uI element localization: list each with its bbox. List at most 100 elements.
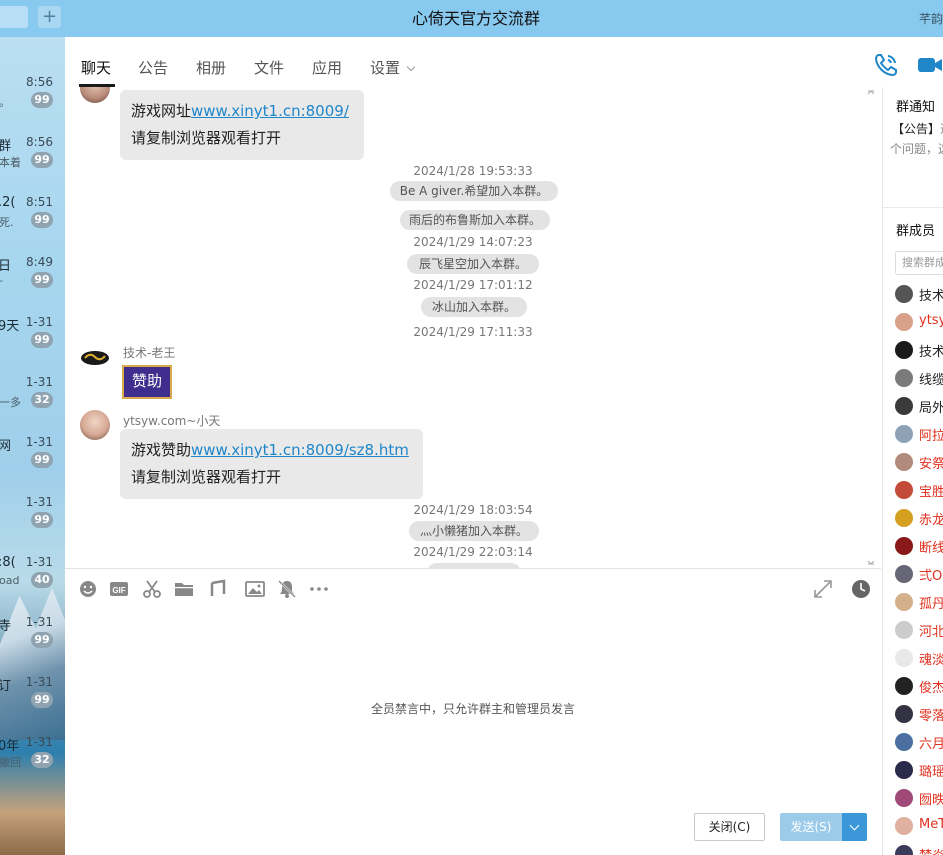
- conversation-preview: 本着: [0, 156, 21, 169]
- group-notice-tag: 【公告】: [892, 122, 941, 136]
- member-item[interactable]: 局外: [895, 395, 943, 416]
- scroll-up-icon[interactable]: [867, 89, 875, 95]
- add-icon[interactable]: +: [38, 6, 61, 28]
- conversation-item[interactable]: 1-31 99: [0, 495, 65, 555]
- unread-badge: 32: [31, 752, 53, 768]
- conversation-preview: -: [0, 274, 3, 287]
- tab-album[interactable]: 相册: [196, 57, 226, 78]
- avatar: [895, 341, 913, 359]
- folder-icon[interactable]: [174, 579, 194, 599]
- message-text: 游戏赞助: [131, 441, 192, 459]
- music-icon[interactable]: [208, 579, 228, 599]
- member-item[interactable]: 梦炎: [895, 843, 943, 855]
- member-item[interactable]: 零落: [895, 703, 943, 724]
- member-name: 弍O: [919, 569, 943, 584]
- member-item[interactable]: 阿拉: [895, 423, 943, 444]
- tab-bar: 聊天 公告 相册 文件 应用 设置: [65, 37, 943, 87]
- conversation-item[interactable]: :8(1-31 oad 40: [0, 555, 65, 615]
- send-options-dropdown[interactable]: [842, 813, 867, 841]
- avatar[interactable]: [80, 87, 110, 103]
- member-name: 赤龙: [919, 513, 943, 528]
- unread-badge: 99: [31, 692, 53, 708]
- mute-bell-icon[interactable]: [277, 579, 297, 599]
- group-notice-excerpt: 个问题，: [890, 142, 939, 156]
- tab-notice[interactable]: 公告: [138, 57, 168, 78]
- message-input-area[interactable]: 全员禁言中，只允许群主和管理员发言 关闭(C) 发送(S): [65, 609, 881, 855]
- conversation-item[interactable]: 0年 1-31 撤回 32: [0, 735, 65, 795]
- tab-chat[interactable]: 聊天: [81, 57, 111, 78]
- avatar: [895, 565, 913, 583]
- message-link[interactable]: www.xinyt1.cn:8009/sz8.htm: [191, 441, 409, 459]
- member-item[interactable]: 弍O: [895, 563, 943, 584]
- member-item[interactable]: 宝胜: [895, 479, 943, 500]
- emoji-icon[interactable]: [78, 579, 98, 599]
- member-item[interactable]: 囫昳: [895, 787, 943, 808]
- avatar[interactable]: [80, 343, 110, 373]
- scroll-down-icon[interactable]: [867, 560, 875, 566]
- avatar: [895, 733, 913, 751]
- timestamp: 2024/1/28 19:53:33: [413, 164, 533, 178]
- conversation-item[interactable]: 订 1-31 99: [0, 675, 65, 735]
- conversation-name: .2(: [0, 195, 16, 210]
- sponsor-button[interactable]: 赞助: [122, 365, 172, 399]
- system-message: 灬小懒猪加入本群。: [409, 521, 539, 541]
- send-button[interactable]: 发送(S): [780, 813, 842, 841]
- chat-message-area[interactable]: 游戏网址www.xinyt1.cn:8009/ 请复制浏览器观看打开 2024/…: [65, 87, 881, 568]
- avatar: [895, 649, 913, 667]
- avatar: [895, 537, 913, 555]
- conversation-name: 网: [0, 439, 12, 454]
- member-item[interactable]: 断线: [895, 535, 943, 556]
- more-icon[interactable]: [309, 579, 329, 599]
- member-item[interactable]: 河北: [895, 619, 943, 640]
- member-item[interactable]: 孤丹: [895, 591, 943, 612]
- conversation-time: 8:56: [26, 75, 53, 89]
- member-name: ytsy: [919, 313, 943, 328]
- member-item[interactable]: MeT: [895, 815, 943, 835]
- member-item[interactable]: 安祭: [895, 451, 943, 472]
- conversation-time: 1-31: [25, 315, 53, 329]
- conversation-item[interactable]: 寺 1-31 99: [0, 615, 65, 675]
- screenshot-scissors-icon[interactable]: [142, 579, 162, 599]
- conversation-item[interactable]: 9天 1-31 99: [0, 315, 65, 375]
- video-call-icon[interactable]: [917, 52, 943, 78]
- gif-icon[interactable]: GIF: [109, 579, 129, 599]
- conversation-item[interactable]: .2(8:51 死. 99: [0, 195, 65, 255]
- phone-icon[interactable]: [873, 52, 899, 78]
- member-item[interactable]: 技术: [895, 283, 943, 304]
- conversation-item[interactable]: 1-31 一多 32: [0, 375, 65, 435]
- group-notice-text[interactable]: 【公告】这: [892, 120, 943, 137]
- member-item[interactable]: 线缆: [895, 367, 943, 388]
- close-button[interactable]: 关闭(C): [694, 813, 765, 841]
- member-search-input[interactable]: 搜索群成员: [895, 251, 943, 275]
- timestamp: 2024/1/29 14:07:23: [413, 235, 533, 249]
- system-message: 雨后的布鲁斯加入本群。: [400, 210, 550, 230]
- tab-files[interactable]: 文件: [254, 57, 284, 78]
- sidebar-search-box[interactable]: [0, 6, 28, 28]
- message-link[interactable]: www.xinyt1.cn:8009/: [191, 102, 349, 120]
- conversation-time: 8:51: [26, 195, 53, 209]
- expand-icon[interactable]: [813, 579, 833, 599]
- history-clock-icon[interactable]: [851, 579, 871, 599]
- member-name: 魂淡: [919, 653, 943, 668]
- message-bubble: 游戏网址www.xinyt1.cn:8009/ 请复制浏览器观看打开: [120, 90, 364, 160]
- avatar[interactable]: [80, 410, 110, 440]
- member-item[interactable]: 魂淡: [895, 647, 943, 668]
- tab-settings[interactable]: 设置: [370, 57, 416, 78]
- member-item[interactable]: 璐瑶: [895, 759, 943, 780]
- timestamp: 2024/1/29 17:01:12: [413, 278, 533, 292]
- member-name: 俊杰: [919, 681, 943, 696]
- image-icon[interactable]: [245, 579, 265, 599]
- member-item[interactable]: 六月: [895, 731, 943, 752]
- conversation-time: 1-31: [25, 435, 53, 449]
- conversation-item[interactable]: 网 1-31 99: [0, 435, 65, 495]
- member-item[interactable]: 赤龙: [895, 507, 943, 528]
- member-name: 河北: [919, 625, 943, 640]
- member-item[interactable]: ytsy: [895, 311, 943, 331]
- conversation-item[interactable]: 8:56 。 99: [0, 75, 65, 135]
- member-name: 技术: [919, 289, 943, 304]
- member-item[interactable]: 俊杰: [895, 675, 943, 696]
- tab-apps[interactable]: 应用: [312, 57, 342, 78]
- member-item[interactable]: 技术: [895, 339, 943, 360]
- conversation-item[interactable]: 群 8:56 本着 99: [0, 135, 65, 195]
- conversation-item[interactable]: 日 8:49 - 99: [0, 255, 65, 315]
